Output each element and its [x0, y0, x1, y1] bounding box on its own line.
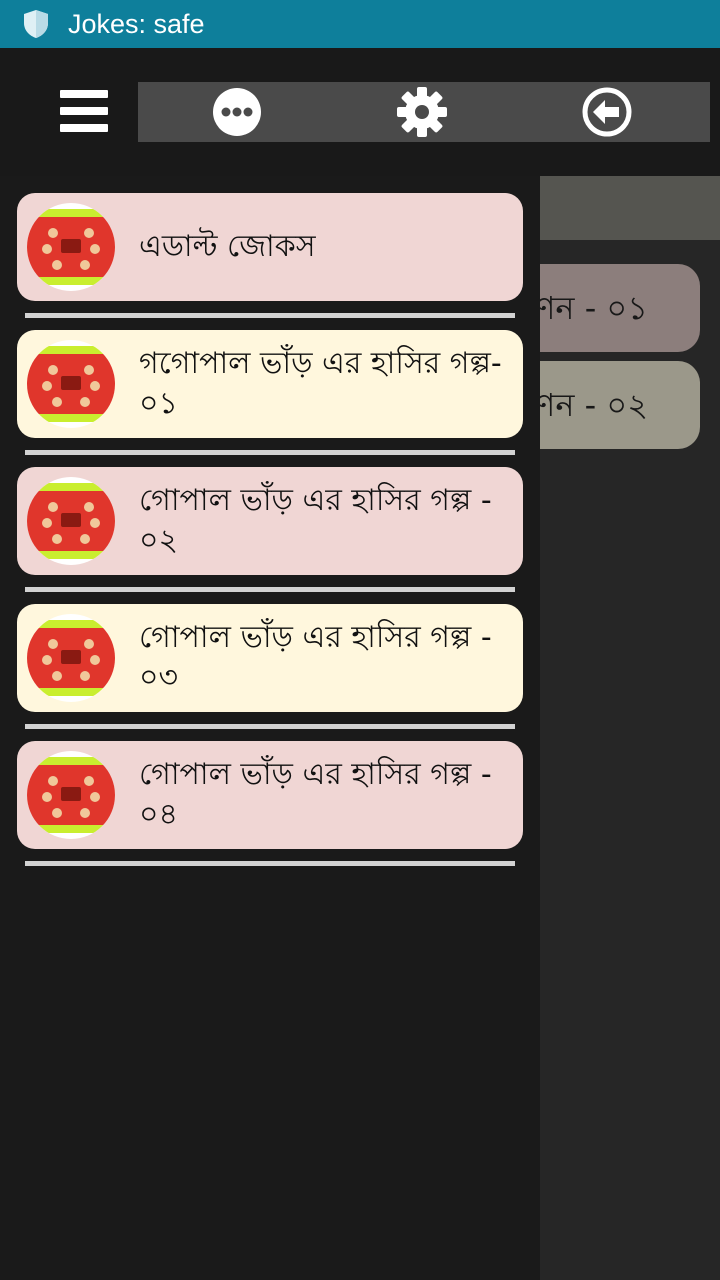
hamburger-icon[interactable] [58, 86, 110, 136]
drawer-item-label: গগোপাল ভাঁড় এর হাসির গল্প- ০১ [139, 346, 502, 421]
drawer-item-adult-jokes[interactable]: এডাল্ট জোকস [17, 193, 523, 301]
status-bar-title: Jokes: safe [68, 9, 205, 39]
list-item-label: ণন - ০১ [540, 289, 648, 327]
shield-icon [24, 10, 48, 38]
bangla-jokes-logo-icon [27, 203, 115, 291]
divider [25, 313, 515, 318]
divider [25, 861, 515, 866]
divider [25, 450, 515, 455]
drawer-item-label: এডাল্ট জোকস [139, 229, 316, 264]
drawer-item-label: গোপাল ভাঁড় এর হাসির গল্প - ০২ [139, 483, 492, 558]
toolbar [138, 82, 710, 142]
background-list: ণন - ০১ ণন - ০২ [540, 176, 720, 1280]
background-header [540, 176, 720, 240]
bangla-jokes-logo-icon [27, 477, 115, 565]
drawer-item-gopal-03[interactable]: গোপাল ভাঁড় এর হাসির গল্প - ০৩ [17, 604, 523, 712]
list-item-label: ণন - ০২ [540, 386, 648, 424]
bangla-jokes-logo-icon [27, 340, 115, 428]
drawer-item-gopal-04[interactable]: গোপাল ভাঁড় এর হাসির গল্প - ০৪ [17, 741, 523, 849]
back-arrow-icon[interactable] [581, 86, 633, 138]
divider [25, 724, 515, 729]
divider [25, 587, 515, 592]
navigation-drawer: এডাল্ট জোকস গগোপাল ভাঁড় এর হাসির গল্প- … [0, 176, 540, 1280]
drawer-item-label: গোপাল ভাঁড় এর হাসির গল্প - ০৩ [139, 620, 492, 695]
drawer-item-label: গোপাল ভাঁড় এর হাসির গল্প - ০৪ [139, 757, 492, 832]
gear-icon[interactable] [396, 86, 448, 138]
more-icon[interactable] [211, 86, 263, 138]
drawer-item-gopal-01[interactable]: গগোপাল ভাঁড় এর হাসির গল্প- ০১ [17, 330, 523, 438]
status-bar: Jokes: safe [0, 0, 720, 48]
bangla-jokes-logo-icon [27, 614, 115, 702]
list-item[interactable]: ণন - ০২ [540, 361, 700, 449]
list-item[interactable]: ণন - ০১ [540, 264, 700, 352]
drawer-item-gopal-02[interactable]: গোপাল ভাঁড় এর হাসির গল্প - ০২ [17, 467, 523, 575]
bangla-jokes-logo-icon [27, 751, 115, 839]
